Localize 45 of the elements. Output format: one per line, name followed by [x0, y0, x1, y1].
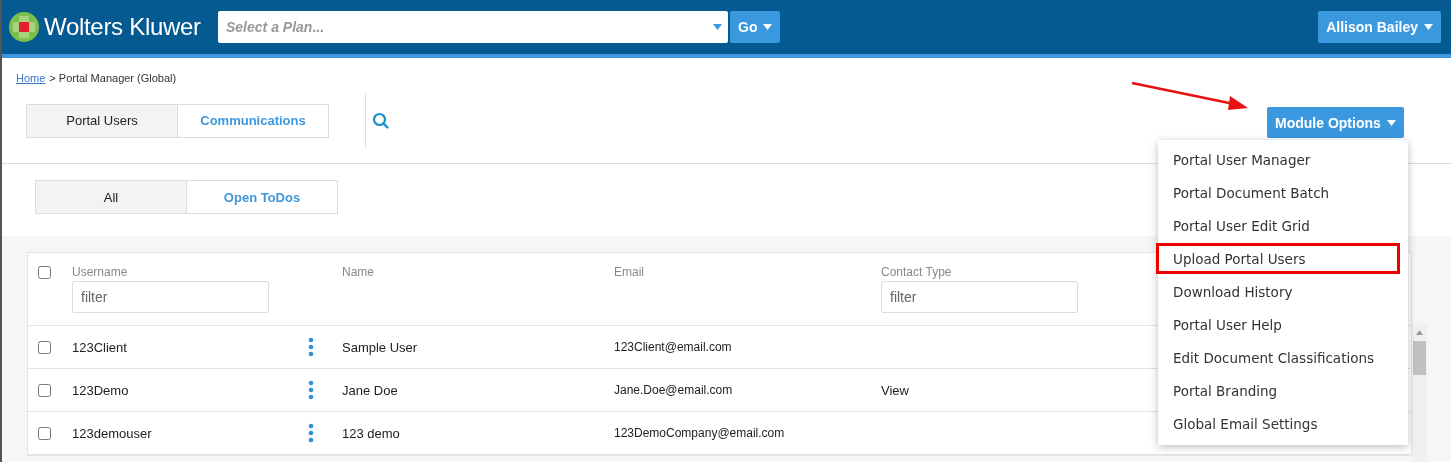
- column-header: Email: [614, 265, 645, 279]
- scroll-up-icon[interactable]: [1416, 330, 1423, 335]
- menu-item[interactable]: Download History: [1156, 276, 1400, 307]
- kebab-menu-icon[interactable]: [308, 380, 314, 400]
- filter-input[interactable]: filter: [881, 281, 1078, 313]
- table-cell-text: Jane Doe: [342, 382, 399, 398]
- scrollbar-thumb[interactable]: [1413, 341, 1426, 375]
- logo-icon: [8, 11, 40, 43]
- row-checkbox[interactable]: [38, 383, 51, 397]
- menu-item[interactable]: Portal Branding: [1156, 375, 1400, 406]
- table-cell-text: Sample User: [342, 339, 419, 355]
- select-all-checkbox[interactable]: [38, 266, 51, 279]
- kebab-menu-icon[interactable]: [308, 337, 314, 357]
- filter-input[interactable]: filter: [72, 281, 269, 313]
- menu-item[interactable]: Portal User Manager: [1156, 144, 1400, 175]
- column-header: Username: [72, 265, 129, 279]
- tab[interactable]: Portal Users: [26, 103, 178, 138]
- menu-item[interactable]: Edit Document Classifications: [1156, 342, 1400, 373]
- table-cell-text: 123demouser: [72, 425, 153, 441]
- menu-item[interactable]: Upload Portal Users: [1156, 243, 1400, 274]
- kebab-menu-icon[interactable]: [308, 423, 314, 443]
- logo-text: Wolters Kluwer: [44, 13, 201, 41]
- table-cell-text: View: [881, 382, 910, 398]
- menu-item[interactable]: Portal Document Batch: [1156, 177, 1400, 208]
- table-cell-text: 123DemoCompany@email.com: [614, 426, 786, 440]
- caret-icon: [763, 24, 773, 30]
- filter-tab[interactable]: All: [35, 180, 187, 214]
- column-header: Name: [342, 265, 375, 279]
- menu-item[interactable]: Global Email Settings: [1156, 408, 1400, 439]
- table-cell-text: 123Client@email.com: [614, 340, 733, 354]
- table-cell-text: 123 demo: [342, 425, 401, 441]
- search-icon[interactable]: [372, 111, 390, 130]
- table-cell-text: 123Client: [72, 339, 128, 355]
- breadcrumb-link[interactable]: Home: [16, 72, 46, 84]
- row-checkbox[interactable]: [38, 426, 51, 440]
- column-header: Contact Type: [881, 265, 953, 279]
- caret-icon: [1386, 119, 1396, 126]
- menu-item[interactable]: Portal User Help: [1156, 309, 1400, 340]
- menu-item[interactable]: Portal User Edit Grid: [1156, 210, 1400, 241]
- table-cell-text: Jane.Doe@email.com: [614, 383, 734, 397]
- caret-icon: [713, 24, 722, 30]
- breadcrumb-text: > Portal Manager (Global): [49, 72, 177, 84]
- table-cell-text: 123Demo: [72, 382, 130, 398]
- caret-icon: [1424, 24, 1433, 30]
- row-checkbox[interactable]: [38, 340, 51, 354]
